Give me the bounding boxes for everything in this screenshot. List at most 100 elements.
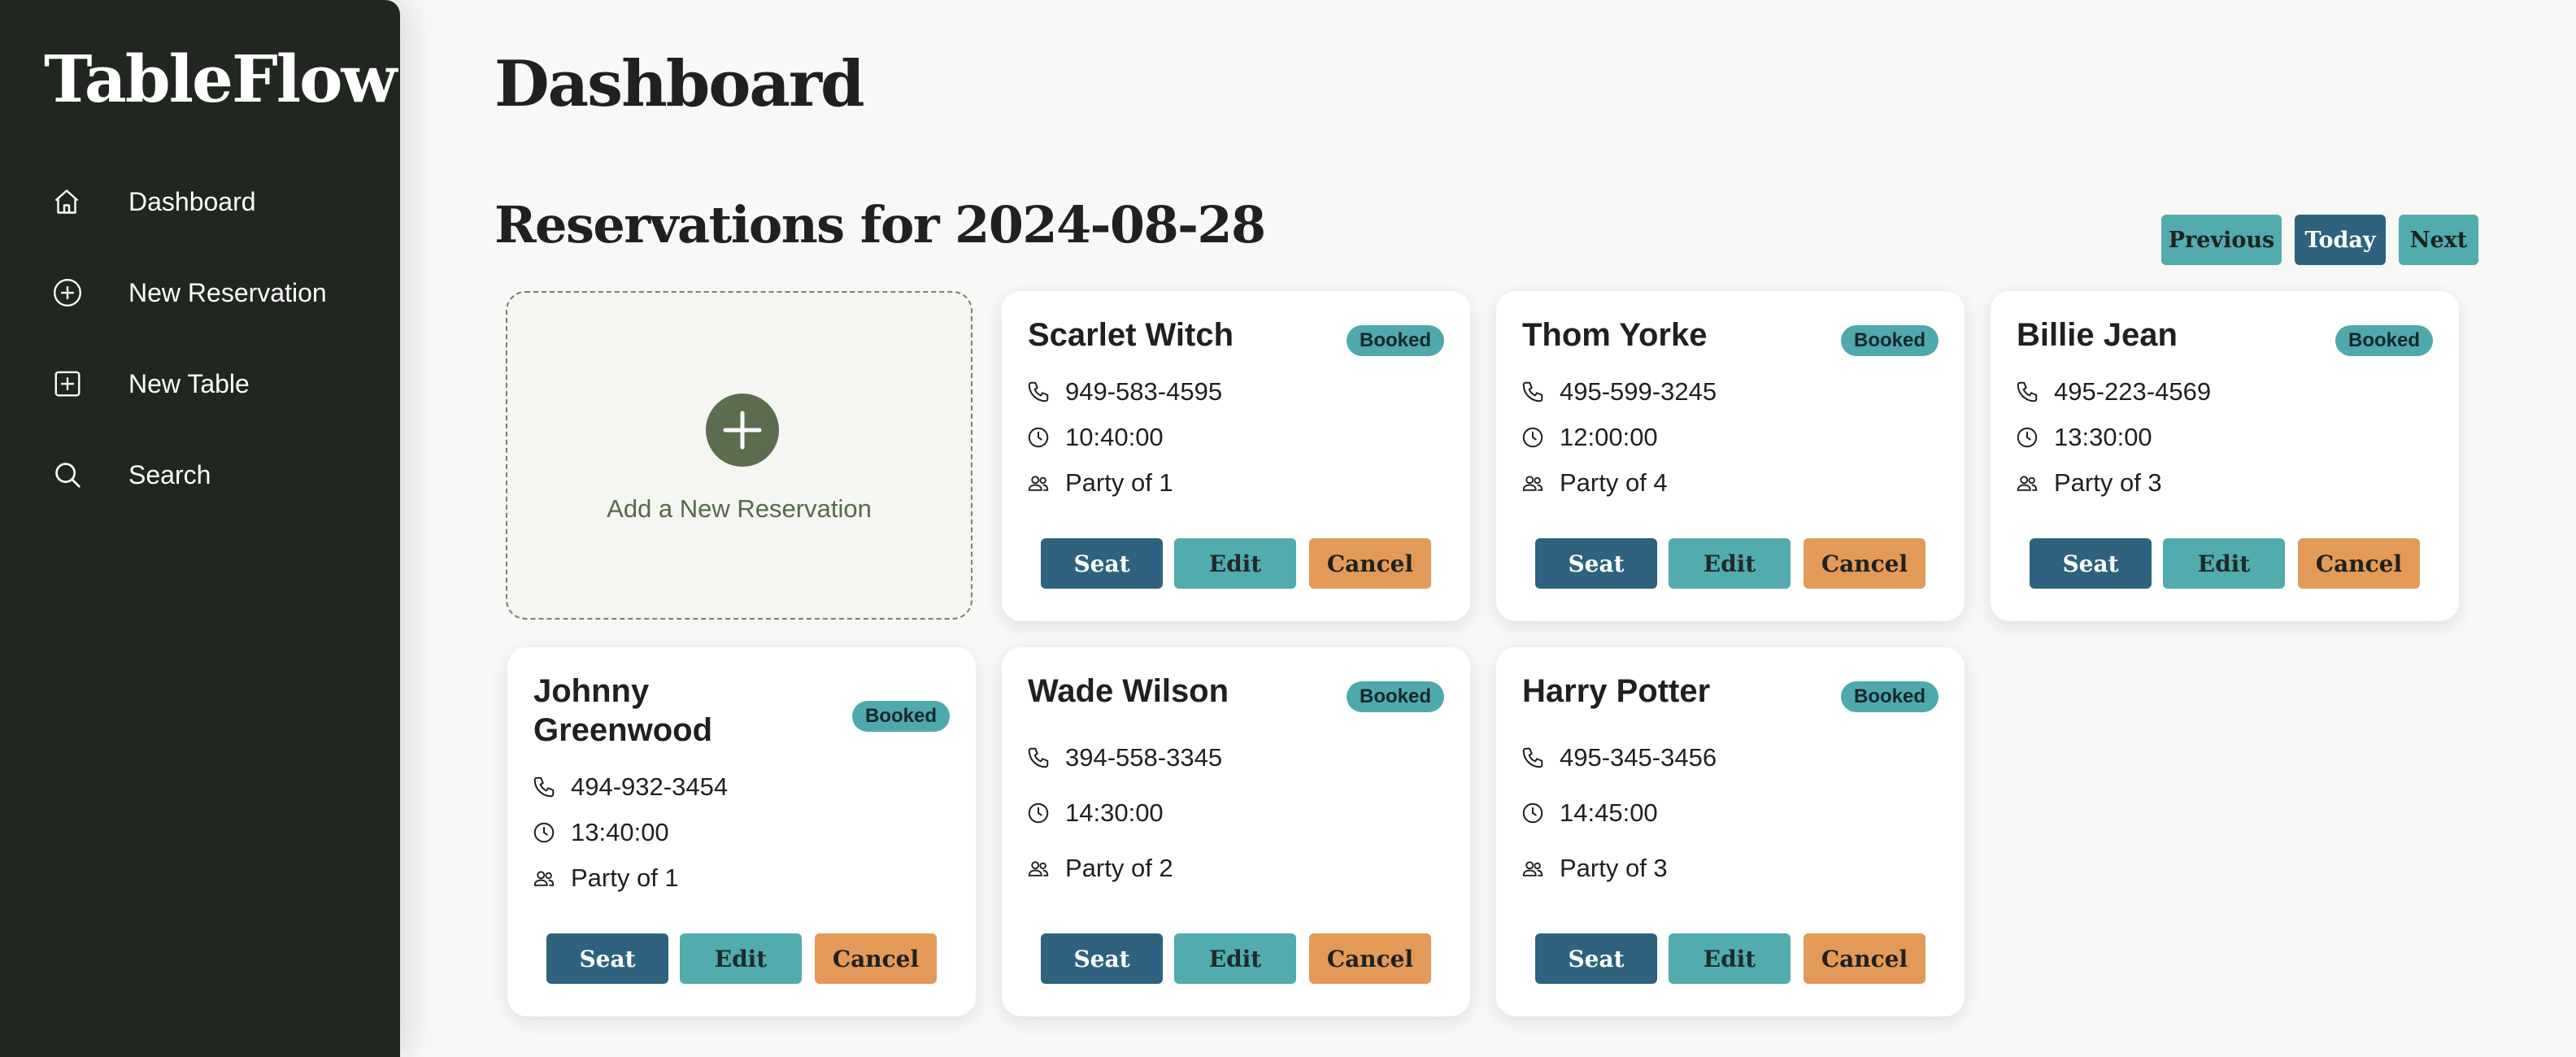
sidebar-item-new-reservation[interactable]: New Reservation: [52, 268, 377, 317]
reservation-time: 13:40:00: [571, 818, 669, 846]
add-reservation-label: Add a New Reservation: [607, 494, 872, 523]
phone-number: 495-223-4569: [2054, 377, 2212, 406]
reservation-time: 12:00:00: [1560, 423, 1658, 451]
search-icon: [52, 454, 94, 496]
clock-icon: [1521, 799, 1548, 827]
clock-icon: [1026, 799, 1054, 827]
reservation-card: Scarlet Witch Booked 949-583-4595 10:40:…: [1002, 291, 1470, 621]
edit-button[interactable]: Edit: [680, 933, 802, 984]
phone-row: 495-223-4569: [2015, 377, 2211, 407]
status-badge: Booked: [1346, 681, 1444, 712]
page-title: Dashboard: [494, 47, 865, 121]
cancel-button[interactable]: Cancel: [1804, 933, 1925, 984]
seat-button[interactable]: Seat: [1535, 538, 1657, 589]
people-icon: [1521, 855, 1548, 882]
seat-button[interactable]: Seat: [2030, 538, 2152, 589]
date-navigation: Previous Today Next: [2161, 215, 2480, 265]
reservation-time: 14:45:00: [1560, 798, 1658, 827]
reservation-time: 14:30:00: [1065, 798, 1164, 827]
card-actions: Seat Edit Cancel: [2030, 538, 2420, 589]
sidebar: TableFlow Dashboard New Reservation New …: [0, 0, 400, 1057]
party-size: Party of 1: [1065, 468, 1173, 497]
sidebar-item-search[interactable]: Search: [52, 450, 377, 499]
cancel-button[interactable]: Cancel: [815, 933, 937, 984]
seat-button[interactable]: Seat: [1041, 933, 1163, 984]
home-icon: [52, 181, 94, 223]
people-icon: [532, 864, 559, 892]
cancel-button[interactable]: Cancel: [1309, 933, 1431, 984]
phone-number: 949-583-4595: [1065, 377, 1223, 406]
edit-button[interactable]: Edit: [2163, 538, 2285, 589]
sidebar-item-label: Search: [128, 459, 211, 489]
people-icon: [2015, 469, 2043, 497]
guest-name: Harry Potter: [1522, 673, 1711, 709]
edit-button[interactable]: Edit: [1669, 933, 1791, 984]
phone-icon: [1026, 378, 1054, 406]
status-badge: Booked: [851, 701, 950, 732]
phone-row: 949-583-4595: [1026, 377, 1222, 407]
guest-name: Scarlet Witch: [1028, 317, 1234, 353]
clock-icon: [2015, 424, 2043, 451]
edit-button[interactable]: Edit: [1174, 933, 1296, 984]
sidebar-item-dashboard[interactable]: Dashboard: [52, 177, 377, 226]
phone-row: 394-558-3345: [1026, 743, 1222, 772]
card-actions: Seat Edit Cancel: [1041, 933, 1431, 984]
plus-square-icon: [52, 363, 94, 405]
next-day-button[interactable]: Next: [2399, 215, 2478, 265]
seat-button[interactable]: Seat: [1535, 933, 1657, 984]
party-size: Party of 2: [1065, 854, 1173, 882]
guest-name: Johnny Greenwood: [533, 673, 713, 748]
edit-button[interactable]: Edit: [1669, 538, 1791, 589]
seat-button[interactable]: Seat: [546, 933, 668, 984]
sidebar-item-new-table[interactable]: New Table: [52, 359, 377, 408]
time-row: 14:30:00: [1026, 798, 1164, 828]
phone-icon: [1521, 378, 1548, 406]
status-badge: Booked: [1840, 681, 1939, 712]
clock-icon: [1521, 424, 1548, 451]
reservations-heading: Reservations for 2024-08-28: [494, 195, 1266, 254]
phone-number: 394-558-3345: [1065, 743, 1223, 772]
cancel-button[interactable]: Cancel: [2298, 538, 2420, 589]
sidebar-item-label: Dashboard: [128, 186, 256, 216]
reservation-time: 13:30:00: [2054, 423, 2152, 451]
party-size: Party of 1: [571, 863, 679, 892]
phone-icon: [1521, 744, 1548, 772]
guest-name: Billie Jean: [2017, 317, 2178, 353]
brand-logo[interactable]: TableFlow: [44, 41, 397, 117]
party-size: Party of 3: [2054, 468, 2162, 497]
clock-icon: [1026, 424, 1054, 451]
add-icon: [706, 394, 779, 467]
phone-row: 495-599-3245: [1521, 377, 1717, 407]
app-root: TableFlow Dashboard New Reservation New …: [0, 0, 2576, 1057]
phone-row: 494-932-3454: [532, 772, 728, 802]
party-size: Party of 4: [1560, 468, 1668, 497]
status-badge: Booked: [1346, 325, 1444, 356]
party-row: Party of 3: [2015, 468, 2162, 498]
cancel-button[interactable]: Cancel: [1309, 538, 1431, 589]
time-row: 12:00:00: [1521, 423, 1658, 452]
edit-button[interactable]: Edit: [1174, 538, 1296, 589]
status-badge: Booked: [1840, 325, 1939, 356]
time-row: 13:40:00: [532, 818, 669, 847]
phone-icon: [1026, 744, 1054, 772]
reservation-time: 10:40:00: [1065, 423, 1164, 451]
add-reservation-card[interactable]: Add a New Reservation: [506, 291, 973, 620]
card-actions: Seat Edit Cancel: [546, 933, 937, 984]
seat-button[interactable]: Seat: [1041, 538, 1163, 589]
card-actions: Seat Edit Cancel: [1535, 933, 1925, 984]
people-icon: [1026, 469, 1054, 497]
phone-row: 495-345-3456: [1521, 743, 1717, 772]
time-row: 10:40:00: [1026, 423, 1164, 452]
card-actions: Seat Edit Cancel: [1041, 538, 1431, 589]
clock-icon: [532, 819, 559, 846]
phone-icon: [532, 773, 559, 801]
cancel-button[interactable]: Cancel: [1804, 538, 1925, 589]
party-size: Party of 3: [1560, 854, 1668, 882]
today-button[interactable]: Today: [2295, 215, 2386, 265]
time-row: 14:45:00: [1521, 798, 1658, 828]
previous-day-button[interactable]: Previous: [2161, 215, 2282, 265]
card-actions: Seat Edit Cancel: [1535, 538, 1925, 589]
party-row: Party of 3: [1521, 854, 1668, 883]
party-row: Party of 4: [1521, 468, 1668, 498]
phone-number: 494-932-3454: [571, 772, 729, 801]
